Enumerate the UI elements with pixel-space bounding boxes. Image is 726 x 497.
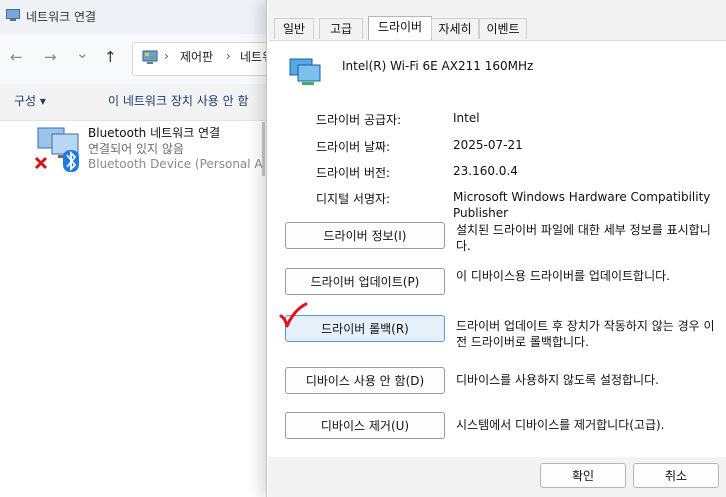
disable-device-button[interactable]: 디바이스 사용 안 함(D) bbox=[285, 367, 445, 394]
driver-version-value: 23.160.0.4 bbox=[453, 164, 518, 178]
tab-general[interactable]: 일반 bbox=[274, 18, 314, 39]
cancel-button[interactable]: 취소 bbox=[633, 463, 719, 488]
device-name: Intel(R) Wi-Fi 6E AX211 160MHz bbox=[342, 59, 534, 73]
roll-back-driver-button[interactable]: 드라이버 롤백(R) bbox=[285, 315, 445, 342]
roll-back-driver-description: 드라이버 업데이트 후 장치가 작동하지 않는 경우 이전 드라이버로 롤백합니… bbox=[456, 319, 715, 349]
driver-provider-value: Intel bbox=[453, 111, 480, 125]
tab-details[interactable]: 자세히 bbox=[431, 18, 479, 39]
control-panel-icon bbox=[142, 50, 158, 64]
up-arrow-icon[interactable]: ↑ bbox=[104, 48, 117, 66]
driver-details-button[interactable]: 드라이버 정보(I) bbox=[285, 222, 445, 249]
connection-status: 연결되어 있지 않음 bbox=[88, 142, 184, 156]
network-adapter-icon bbox=[34, 127, 79, 172]
back-arrow-icon[interactable]: ← bbox=[10, 48, 23, 66]
explorer-scrollbar[interactable] bbox=[262, 122, 265, 176]
connection-device-name: Bluetooth Device (Personal A... bbox=[88, 157, 274, 171]
tab-advanced[interactable]: 고급 bbox=[319, 18, 363, 39]
red-check-annotation-icon bbox=[279, 302, 308, 328]
breadcrumb-control-panel[interactable]: 제어판 bbox=[180, 48, 213, 65]
tab-events[interactable]: 이벤트 bbox=[479, 18, 527, 39]
tab-driver[interactable]: 드라이버 bbox=[368, 16, 432, 41]
uninstall-device-description: 시스템에서 디바이스를 제거합니다(고급). bbox=[456, 418, 665, 432]
ok-button[interactable]: 확인 bbox=[540, 463, 626, 488]
digital-signer-value: Microsoft Windows Hardware Compatibility… bbox=[453, 190, 711, 220]
forward-arrow-icon[interactable]: → bbox=[44, 48, 57, 66]
update-driver-description: 이 디바이스용 드라이버를 업데이트합니다. bbox=[456, 269, 670, 283]
explorer-window-title: 네트워크 연결 bbox=[26, 10, 97, 24]
recent-locations-chevron-icon[interactable]: ⌄ bbox=[76, 44, 89, 62]
digital-signer-label: 디지털 서명자: bbox=[316, 192, 391, 206]
address-separator: › bbox=[226, 49, 231, 63]
disable-network-device-button[interactable]: 이 네트워크 장치 사용 안 함 bbox=[108, 92, 249, 109]
driver-date-value: 2025-07-21 bbox=[453, 138, 523, 152]
network-adapter-device-icon bbox=[289, 58, 321, 85]
disable-device-description: 디바이스를 사용하지 않도록 설정합니다. bbox=[456, 373, 659, 387]
network-connections-app-icon bbox=[6, 9, 20, 21]
driver-provider-label: 드라이버 공급자: bbox=[316, 113, 402, 127]
driver-details-description: 설치된 드라이버 파일에 대한 세부 정보를 표시합니다. bbox=[456, 223, 711, 253]
organize-menu-button[interactable]: 구성 ▾ bbox=[14, 92, 46, 109]
update-driver-button[interactable]: 드라이버 업데이트(P) bbox=[285, 268, 445, 295]
uninstall-device-button[interactable]: 디바이스 제거(U) bbox=[285, 412, 445, 439]
driver-version-label: 드라이버 버전: bbox=[316, 166, 391, 180]
connection-name: Bluetooth 네트워크 연결 bbox=[88, 126, 221, 140]
driver-date-label: 드라이버 날짜: bbox=[316, 140, 391, 154]
address-separator: › bbox=[164, 49, 169, 63]
